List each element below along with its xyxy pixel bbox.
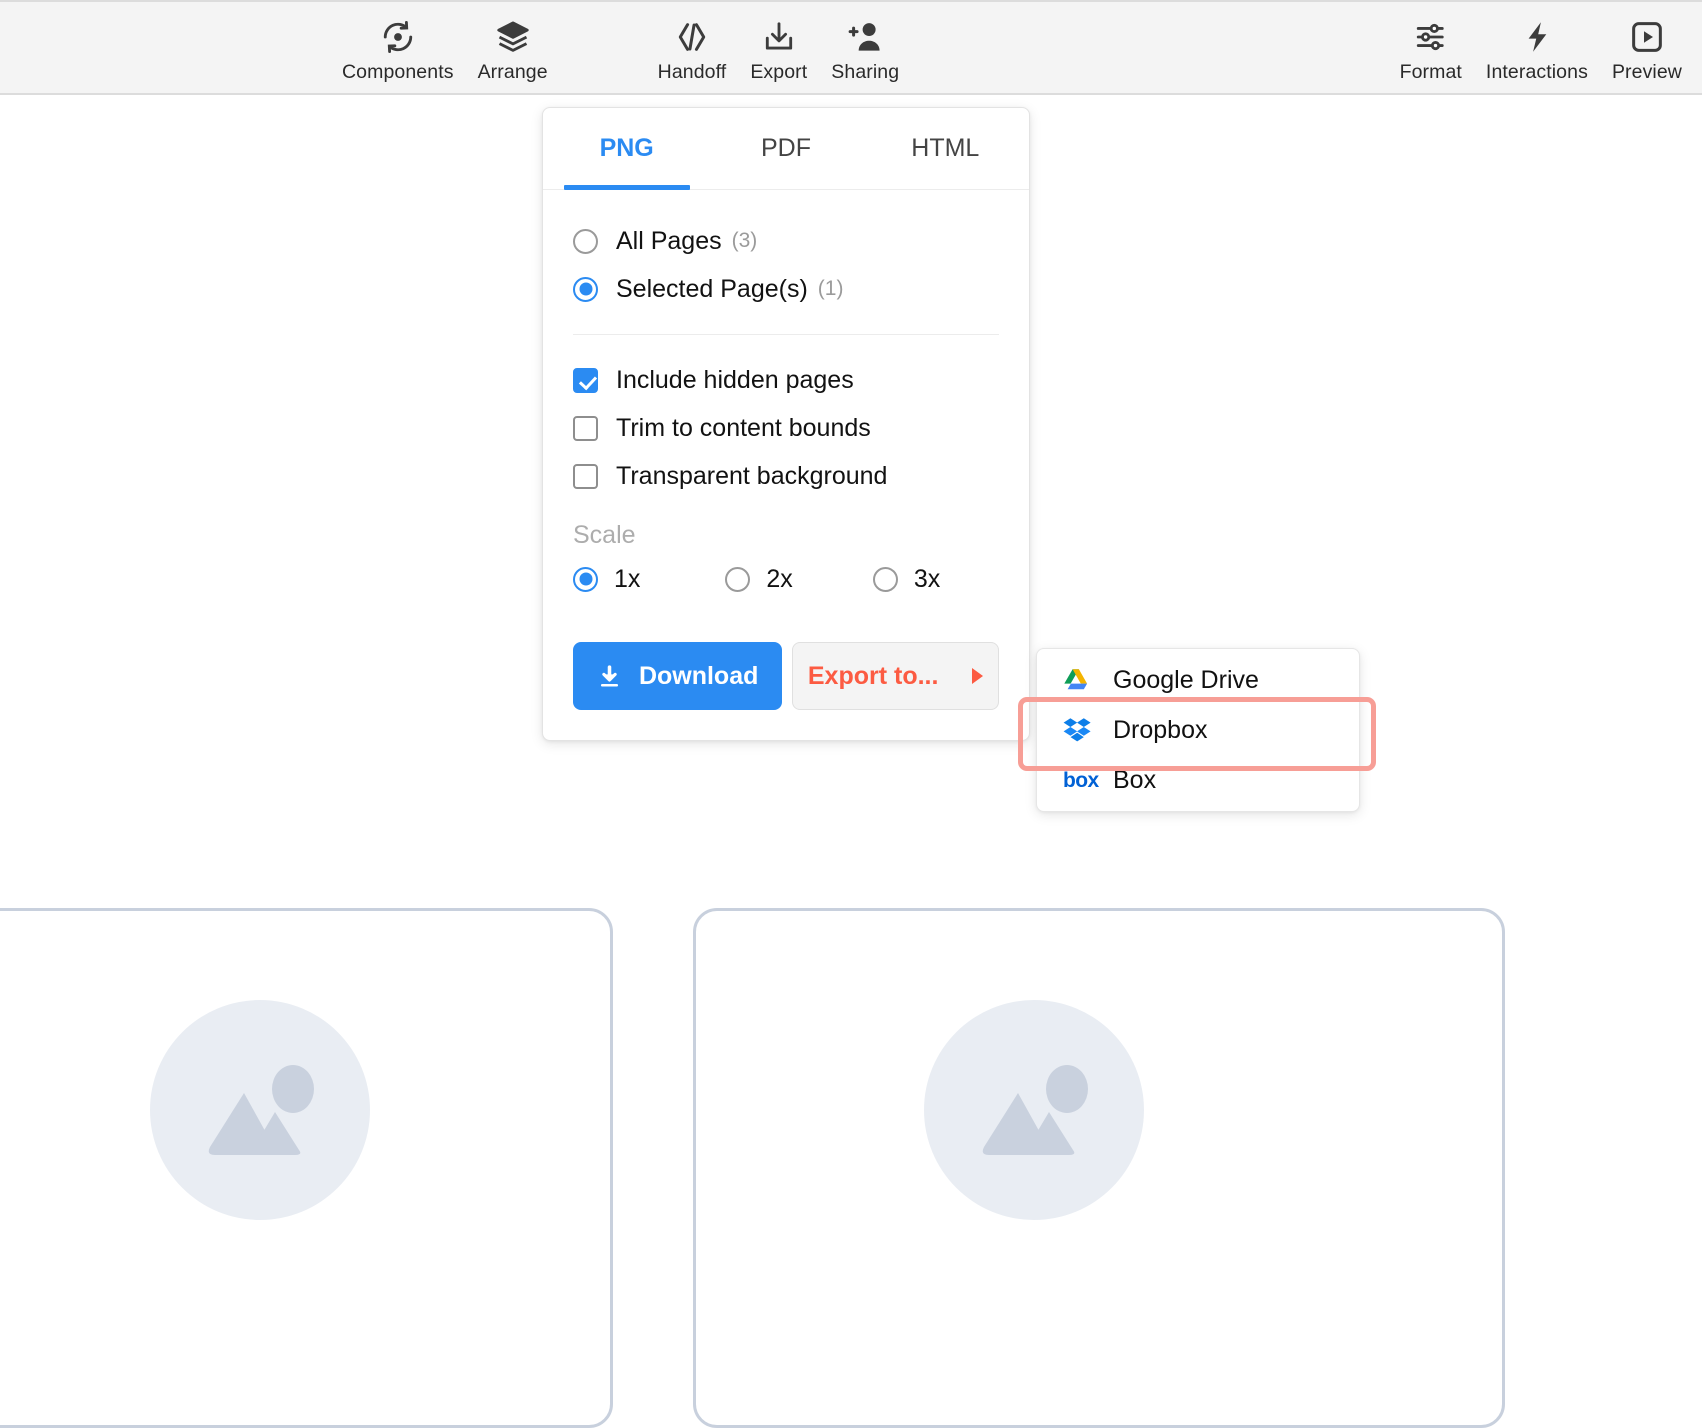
toolbar-button-preview[interactable]: Preview <box>1600 2 1694 84</box>
radio-indicator[interactable] <box>573 229 598 254</box>
option-label: Selected Page(s) <box>616 275 808 304</box>
export-format-tabs: PNG PDF HTML <box>543 108 1029 190</box>
radio-scale-2x[interactable]: 2x <box>725 565 792 594</box>
download-tray-icon <box>761 16 797 58</box>
checkbox-trim-to-content-bounds[interactable]: Trim to content bounds <box>573 405 999 451</box>
toolbar-label: Components <box>342 60 454 84</box>
option-label: 3x <box>914 565 940 594</box>
checkbox-transparent-background[interactable]: Transparent background <box>573 453 999 499</box>
scale-section-title: Scale <box>573 521 999 550</box>
toolbar-label: Handoff <box>658 60 727 84</box>
tab-label: PNG <box>600 134 654 163</box>
sliders-icon <box>1413 16 1449 58</box>
option-label: All Pages <box>616 227 722 256</box>
radio-indicator[interactable] <box>573 567 598 592</box>
export-destination-submenu: Google Drive Dropbox box Box <box>1036 648 1360 812</box>
menu-item-label: Dropbox <box>1113 716 1208 745</box>
play-square-icon <box>1629 16 1665 58</box>
components-refresh-icon <box>380 16 416 58</box>
checkbox-include-hidden-pages[interactable]: Include hidden pages <box>573 357 999 403</box>
option-label: Transparent background <box>616 462 887 491</box>
option-label: Trim to content bounds <box>616 414 871 443</box>
radio-scale-3x[interactable]: 3x <box>873 565 940 594</box>
export-action-buttons: Download Export to... <box>573 642 999 710</box>
toolbar-button-export[interactable]: Export <box>738 2 819 84</box>
add-person-icon <box>846 16 884 58</box>
checkbox-indicator[interactable] <box>573 368 598 393</box>
download-arrow-icon <box>597 664 622 689</box>
toolbar-label: Interactions <box>1486 60 1588 84</box>
toolbar-button-format[interactable]: Format <box>1388 2 1474 84</box>
tab-label: HTML <box>911 134 979 163</box>
download-button-label: Download <box>639 662 758 691</box>
box-icon: box <box>1063 770 1097 791</box>
menu-item-label: Google Drive <box>1113 666 1259 695</box>
radio-indicator[interactable] <box>573 277 598 302</box>
toolbar-button-sharing[interactable]: Sharing <box>819 2 911 84</box>
tab-html[interactable]: HTML <box>866 108 1025 189</box>
top-toolbar: Components Arrange Handoff <box>0 0 1702 95</box>
tab-pdf[interactable]: PDF <box>706 108 865 189</box>
toolbar-button-arrange[interactable]: Arrange <box>466 2 560 84</box>
export-panel-body: All Pages (3) Selected Page(s) (1) Inclu… <box>543 190 1029 740</box>
export-dialog: PNG PDF HTML All Pages (3) Selected Page… <box>542 107 1030 741</box>
radio-indicator[interactable] <box>873 567 898 592</box>
toolbar-label: Export <box>750 60 807 84</box>
google-drive-icon <box>1063 668 1097 693</box>
option-label: Include hidden pages <box>616 366 854 395</box>
page-count: (3) <box>732 229 758 253</box>
toolbar-label: Preview <box>1612 60 1682 84</box>
dropbox-icon <box>1063 717 1097 743</box>
checkbox-indicator[interactable] <box>573 464 598 489</box>
export-to-button[interactable]: Export to... <box>792 642 999 710</box>
radio-all-pages[interactable]: All Pages (3) <box>573 218 999 264</box>
image-placeholder-icon <box>924 1000 1144 1220</box>
menu-item-dropbox[interactable]: Dropbox <box>1037 705 1359 755</box>
caret-right-icon <box>972 668 983 684</box>
toolbar-button-interactions[interactable]: Interactions <box>1474 2 1600 84</box>
layers-stack-icon <box>495 16 531 58</box>
menu-item-box[interactable]: box Box <box>1037 755 1359 805</box>
section-divider <box>573 334 999 335</box>
option-label: 2x <box>766 565 792 594</box>
tab-png[interactable]: PNG <box>547 108 706 189</box>
tab-label: PDF <box>761 134 811 163</box>
checkbox-indicator[interactable] <box>573 416 598 441</box>
scale-radio-group: 1x 2x 3x <box>573 556 999 602</box>
option-label: 1x <box>614 565 640 594</box>
toolbar-label: Sharing <box>831 60 899 84</box>
code-brackets-icon <box>673 16 711 58</box>
menu-item-label: Box <box>1113 766 1156 795</box>
image-placeholder-icon <box>150 1000 370 1220</box>
export-destination-submenu-wrapper: Google Drive Dropbox box Box <box>1018 638 1378 822</box>
toolbar-label: Format <box>1400 60 1462 84</box>
menu-item-google-drive[interactable]: Google Drive <box>1037 655 1359 705</box>
lightning-bolt-icon <box>1519 16 1555 58</box>
toolbar-button-handoff[interactable]: Handoff <box>646 2 739 84</box>
page-count: (1) <box>818 277 844 301</box>
export-to-button-label: Export to... <box>808 662 939 691</box>
download-button[interactable]: Download <box>573 642 782 710</box>
radio-scale-1x[interactable]: 1x <box>573 565 640 594</box>
toolbar-button-components[interactable]: Components <box>330 2 466 84</box>
radio-indicator[interactable] <box>725 567 750 592</box>
radio-selected-pages[interactable]: Selected Page(s) (1) <box>573 266 999 312</box>
toolbar-label: Arrange <box>478 60 548 84</box>
